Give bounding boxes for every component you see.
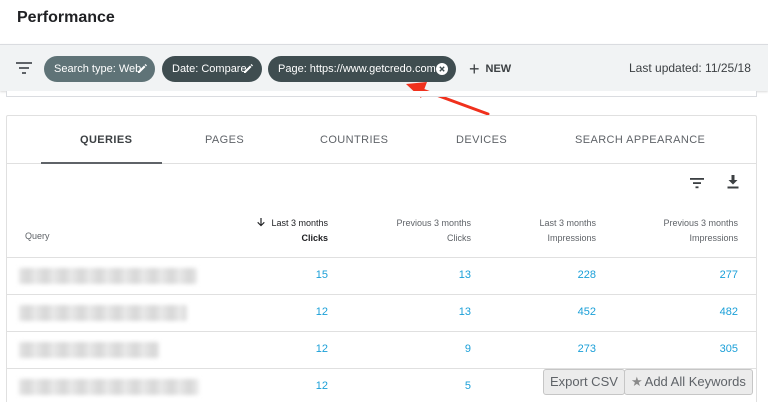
clicks-current-cell: 12 — [315, 306, 328, 318]
results-panel: QUERIES PAGES COUNTRIES DEVICES SEARCH A… — [6, 115, 757, 402]
top-bar: Performance — [0, 0, 768, 44]
tab-countries[interactable]: COUNTRIES — [320, 134, 388, 146]
column-header-clicks-previous[interactable]: Previous 3 months Clicks — [396, 216, 471, 246]
column-header-line1: Last 3 months — [271, 218, 328, 228]
pencil-icon[interactable] — [242, 62, 255, 75]
red-arrow-icon — [406, 82, 490, 116]
tab-search-appearance[interactable]: SEARCH APPEARANCE — [575, 134, 705, 146]
clicks-current-cell: 12 — [315, 343, 328, 355]
filter-chip-search-type[interactable]: Search type: Web — [44, 56, 155, 82]
tab-queries[interactable]: QUERIES — [80, 134, 132, 146]
clicks-current-cell: 12 — [315, 380, 328, 392]
impressions-current-cell: 228 — [577, 269, 596, 281]
tab-devices[interactable]: DEVICES — [456, 134, 507, 146]
add-all-keywords-button[interactable]: ★ Add All Keywords — [624, 369, 753, 395]
column-header-line1: Previous 3 months — [663, 218, 738, 228]
column-header-line2: Clicks — [301, 233, 328, 243]
column-header-query[interactable]: Query — [25, 231, 50, 241]
dimension-tabs: QUERIES PAGES COUNTRIES DEVICES SEARCH A… — [7, 116, 756, 164]
last-updated-text: Last updated: 11/25/18 — [629, 61, 751, 75]
impressions-previous-cell: 305 — [719, 343, 738, 355]
clicks-previous-cell: 9 — [464, 343, 471, 355]
export-csv-button[interactable]: Export CSV — [543, 369, 625, 395]
impressions-current-cell: 452 — [577, 306, 596, 318]
arrow-down-icon — [257, 218, 266, 227]
query-text-redacted — [19, 305, 187, 321]
pencil-icon[interactable] — [136, 62, 149, 75]
tab-pages[interactable]: PAGES — [205, 134, 244, 146]
table-row[interactable]: 15 13 228 277 — [7, 258, 756, 295]
table-header: Query Last 3 months Clicks Previous 3 mo… — [7, 212, 756, 258]
clicks-previous-cell: 13 — [458, 269, 471, 281]
clicks-current-cell: 15 — [315, 269, 328, 281]
star-icon: ★ — [631, 374, 643, 389]
query-text-redacted — [19, 268, 197, 284]
impressions-previous-cell: 482 — [719, 306, 738, 318]
active-tab-indicator — [41, 162, 162, 164]
plus-icon: + — [469, 59, 480, 80]
impressions-current-cell: 273 — [577, 343, 596, 355]
column-header-clicks-current[interactable]: Last 3 months Clicks — [257, 216, 328, 246]
column-header-impressions-current[interactable]: Last 3 months Impressions — [539, 216, 596, 246]
chip-label: Date: Compare — [172, 63, 247, 75]
column-header-line1: Previous 3 months — [396, 218, 471, 228]
page-title: Performance — [17, 9, 115, 26]
clicks-previous-cell: 13 — [458, 306, 471, 318]
column-header-line2: Clicks — [447, 233, 471, 243]
filter-chip-date[interactable]: Date: Compare — [162, 56, 262, 82]
query-text-redacted — [19, 342, 159, 358]
collapsed-chart-strip — [6, 91, 757, 97]
column-header-line1: Last 3 months — [539, 218, 596, 228]
column-header-impressions-previous[interactable]: Previous 3 months Impressions — [663, 216, 738, 246]
chip-label: Search type: Web — [54, 63, 142, 75]
close-circle-icon[interactable] — [436, 63, 448, 75]
table-row[interactable]: 12 13 452 482 — [7, 295, 756, 332]
chip-label: Page: https://www.getcredo.com... — [278, 63, 445, 75]
filter-bar: Search type: Web Date: Compare Page: htt… — [0, 44, 768, 91]
impressions-previous-cell: 277 — [719, 269, 738, 281]
clicks-previous-cell: 5 — [464, 380, 471, 392]
add-all-keywords-label: Add All Keywords — [644, 374, 746, 389]
download-icon[interactable] — [725, 174, 741, 190]
add-filter-button[interactable]: + NEW — [469, 60, 511, 78]
filter-rows-icon[interactable] — [689, 175, 705, 191]
filter-icon[interactable] — [16, 61, 32, 75]
add-filter-label: NEW — [485, 63, 512, 75]
table-row[interactable]: 12 9 273 305 — [7, 332, 756, 369]
column-header-line2: Impressions — [547, 233, 596, 243]
column-header-line2: Impressions — [689, 233, 738, 243]
query-text-redacted — [19, 379, 199, 395]
